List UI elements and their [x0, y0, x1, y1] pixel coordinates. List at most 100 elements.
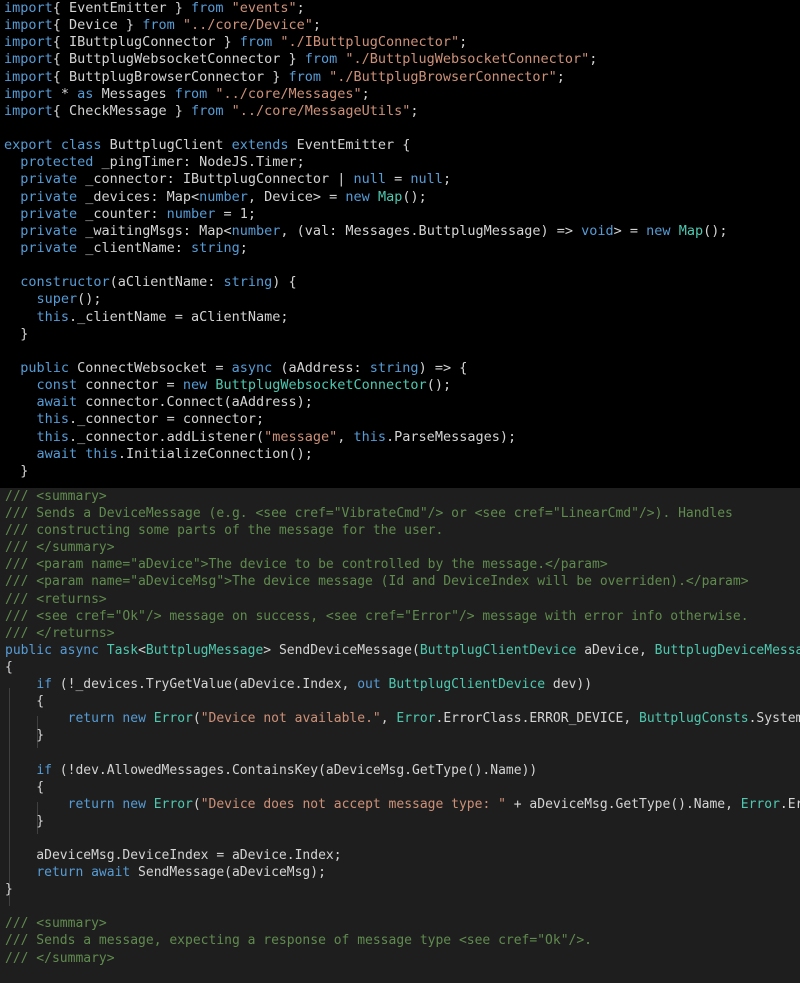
code-token: } [5, 813, 45, 829]
code-token: "Device not available." [200, 711, 381, 727]
code-token: "./IButtplugConnector" [272, 34, 460, 51]
code-token: this [353, 428, 387, 445]
code-token: "events" [223, 0, 297, 16]
code-token: protected [20, 154, 94, 171]
code-token: = 1; [215, 205, 256, 222]
code-line: } [4, 326, 727, 343]
code-token: /// Sends a message, expecting a respons… [5, 933, 592, 949]
code-token: "./ButtplugWebsocketConnector" [337, 51, 590, 68]
code-token: new [345, 188, 370, 205]
code-line: public ConnectWebsocket = async (aAddres… [4, 360, 727, 377]
code-token: return new [67, 711, 146, 727]
code-token: { IButtplugConnector } [52, 34, 240, 51]
code-line: /// <param name="aDeviceMsg">The device … [5, 573, 800, 590]
code-token: ; [410, 102, 419, 119]
code-token: ButtplugMessage [145, 642, 264, 658]
code-line: const connector = new ButtplugWebsocketC… [4, 377, 727, 394]
code-token: private [20, 171, 78, 188]
code-token: this [36, 428, 70, 445]
code-token: ._connector.addListener( [69, 428, 265, 445]
code-token: from [190, 102, 224, 119]
code-line: return new Error("Device not available."… [5, 710, 800, 727]
code-token: import [4, 85, 53, 102]
code-token: (aAddress: [272, 359, 370, 376]
code-token: SendMessage(aDeviceMsg); [130, 865, 326, 881]
code-token: , [337, 428, 354, 445]
code-line: /// </returns> [5, 625, 800, 642]
code-token: private [20, 222, 78, 239]
code-token: "message" [264, 428, 338, 445]
code-token: .InitializeConnection(); [117, 445, 313, 462]
code-line: /// Sends a message, expecting a respons… [5, 932, 800, 949]
code-line: ​ [5, 830, 800, 847]
code-token: private [20, 188, 78, 205]
code-token: import [4, 68, 53, 85]
code-line: ​ [4, 343, 727, 360]
code-line: } [5, 881, 800, 898]
code-line: { [5, 779, 800, 796]
code-line: ​ [5, 898, 800, 915]
code-line: } [4, 463, 727, 480]
code-token: public [20, 359, 70, 376]
code-token: .ParseMessages); [386, 428, 517, 445]
code-token: this [36, 308, 70, 325]
code-line: this._connector = connector; [4, 411, 727, 428]
code-token: string [190, 239, 240, 256]
code-token: ButtplugDeviceMessage [654, 642, 800, 658]
code-token: _pingTimer: NodeJS.Timer; [93, 154, 305, 171]
code-token: * [52, 85, 78, 102]
code-token: { [5, 779, 45, 795]
code-token: ; [459, 34, 468, 51]
typescript-code-pane[interactable]: import{ EventEmitter } from "events"; imp… [0, 0, 800, 488]
code-token: from [174, 85, 208, 102]
code-token: /// <see cref="Ok"/> message on success,… [5, 608, 749, 624]
code-token: , (val: Messages.ButtplugMessage) => [280, 222, 582, 239]
code-token: number [166, 205, 216, 222]
code-token: } [4, 325, 29, 342]
code-token: = [386, 171, 411, 188]
code-token: import [4, 51, 53, 68]
code-token: new [182, 377, 208, 394]
code-line: if (!_devices.TryGetValue(aDevice.Index,… [5, 676, 800, 693]
code-token: ; [239, 239, 248, 256]
code-token: /// constructing some parts of the messa… [5, 523, 444, 539]
code-token: super [36, 291, 78, 308]
code-line: /// <param name="aDevice">The device to … [5, 556, 800, 573]
code-token: /// </summary> [5, 540, 115, 556]
code-token: aDevice, [576, 642, 655, 658]
code-token: import [4, 34, 53, 51]
code-token: ; [556, 68, 565, 85]
code-token: { ButtplugBrowserConnector } [52, 68, 289, 85]
code-line: constructor(aClientName: string) { [4, 274, 727, 291]
code-token: if [36, 762, 52, 778]
csharp-code-pane[interactable]: /// <summary> /// Sends a DeviceMessage (… [0, 488, 800, 983]
code-line: ​ [5, 744, 800, 761]
code-token: "./ButtplugBrowserConnector" [321, 68, 557, 85]
code-token: (!_devices.TryGetValue(aDevice.Index, [51, 677, 358, 693]
code-token: > SendDeviceMessage( [263, 642, 420, 658]
code-token: const [36, 377, 78, 394]
code-token: .ErrorClass.ERROR_DEVICE); [779, 796, 800, 812]
code-token: from [190, 0, 224, 16]
code-token: _counter: [77, 205, 167, 222]
code-line: return await SendMessage(aDeviceMsg); [5, 864, 800, 881]
code-token: (); [77, 291, 102, 308]
code-line: /// </summary> [5, 950, 800, 967]
code-line: private _connector: IButtplugConnector |… [4, 171, 727, 188]
code-token: extends [231, 137, 289, 154]
code-token: export class [4, 137, 102, 154]
